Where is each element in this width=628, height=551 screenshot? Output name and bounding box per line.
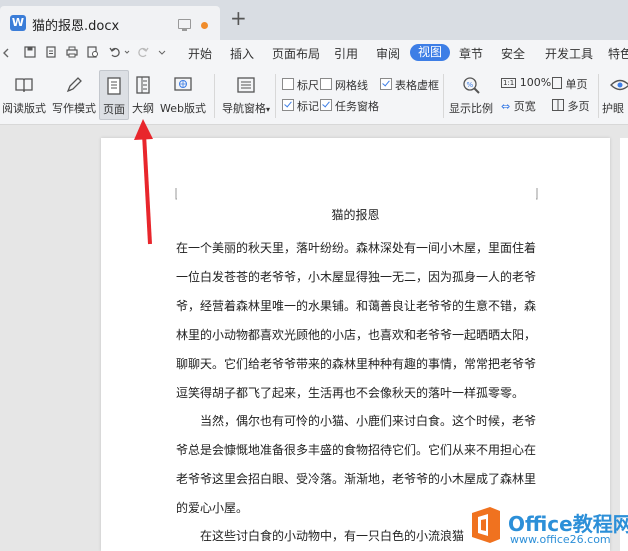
table-gridlines-checkbox-box[interactable] [380, 78, 392, 90]
eye-protect-button[interactable]: 护眼 [602, 70, 628, 118]
menu-home[interactable]: 开始 [188, 45, 212, 62]
menu-developer[interactable]: 开发工具 [545, 45, 593, 62]
wps-writer-icon: W [10, 15, 26, 31]
crop-mark-top-left [175, 188, 177, 200]
write-mode-label: 写作模式 [52, 102, 96, 115]
page-width-button[interactable]: ⇔ 页宽 [501, 98, 536, 114]
watermark: Office教程网 www.office26.com [468, 505, 628, 551]
zoom-100-button[interactable]: 1:1 100% [501, 76, 551, 89]
ruler-label: 标尺 [297, 79, 319, 92]
ribbon-separator [275, 74, 276, 118]
menu-insert[interactable]: 插入 [230, 45, 254, 62]
task-pane-checkbox-box[interactable] [320, 99, 332, 111]
table-gridlines-label: 表格虚框 [395, 79, 439, 92]
page-width-label: 页宽 [513, 100, 536, 113]
web-view-label: Web版式 [160, 102, 206, 115]
outline-view-button[interactable]: 大纲 [130, 70, 156, 118]
outline-view-label: 大纲 [132, 102, 154, 115]
menu-bar: 开始 插入 页面布局 引用 审阅 视图 章节 安全 开发工具 特色 [0, 40, 628, 66]
zoom-ratio-button[interactable]: % 显示比例 [448, 70, 494, 118]
outline-icon [136, 76, 150, 94]
menu-page-layout[interactable]: 页面布局 [272, 45, 320, 62]
zoom-100-label: 100% [519, 76, 552, 89]
multi-page-label: 多页 [567, 100, 590, 113]
ruler-checkbox-box[interactable] [282, 78, 294, 90]
page-view-button[interactable]: 页面 [99, 70, 129, 120]
page-width-icon: ⇔ [501, 100, 511, 113]
new-tab-plus-icon[interactable]: + [230, 8, 247, 28]
ribbon-separator [443, 74, 444, 118]
table-gridlines-checkbox[interactable]: 表格虚框 [380, 77, 439, 93]
read-mode-label: 阅读版式 [2, 102, 46, 115]
navigation-pane-icon [237, 77, 255, 93]
print-preview-icon[interactable] [87, 46, 99, 58]
menu-references[interactable]: 引用 [334, 45, 358, 62]
markers-checkbox[interactable]: 标记 [282, 98, 319, 114]
crop-mark-top-right [536, 188, 538, 200]
nav-pane-button[interactable]: 导航窗格▾ [220, 70, 272, 118]
read-mode-button[interactable]: 阅读版式 [2, 70, 46, 118]
print-icon[interactable] [66, 46, 78, 58]
ribbon-separator [598, 74, 599, 118]
single-page-icon [552, 77, 562, 89]
one-to-one-icon: 1:1 [501, 78, 517, 88]
gridlines-label: 网格线 [335, 79, 368, 92]
markers-checkbox-box[interactable] [282, 99, 294, 111]
web-view-button[interactable]: Web版式 [160, 70, 206, 118]
book-icon [15, 78, 33, 93]
page-icon [107, 77, 121, 95]
paragraph-1[interactable]: 在一个美丽的秋天里，落叶纷纷。森林深处有一间小木屋，里面住着一位白发苍苍的老爷爷… [176, 234, 536, 408]
document-title[interactable]: 猫的报恩 [101, 206, 610, 223]
menu-view[interactable]: 视图 [410, 44, 451, 61]
chevron-left-icon[interactable] [2, 48, 10, 58]
document-page[interactable]: 猫的报恩 在一个美丽的秋天里，落叶纷纷。森林深处有一间小木屋，里面住着一位白发苍… [101, 138, 610, 551]
multi-page-button[interactable]: 多页 [552, 98, 590, 114]
document-tab[interactable]: W 猫的报恩.docx [0, 6, 220, 40]
watermark-url: www.office26.com [510, 533, 611, 546]
task-pane-checkbox[interactable]: 任务窗格 [320, 98, 379, 114]
undo-icon[interactable] [109, 46, 121, 58]
export-pdf-icon[interactable] [45, 46, 57, 58]
single-page-button[interactable]: 单页 [552, 76, 588, 92]
menu-chapter[interactable]: 章节 [459, 45, 483, 62]
svg-text:%: % [467, 81, 474, 89]
more-quick-access-icon[interactable] [158, 46, 166, 58]
monitor-icon[interactable] [178, 19, 191, 31]
zoom-percent-icon: % [463, 77, 480, 94]
multi-page-icon [552, 99, 564, 111]
ruler-checkbox[interactable]: 标尺 [282, 77, 319, 93]
single-page-label: 单页 [565, 78, 588, 91]
write-mode-button[interactable]: 写作模式 [50, 70, 98, 118]
unsaved-dot-icon [201, 22, 208, 29]
ribbon-separator [214, 74, 215, 118]
gridlines-checkbox[interactable]: 网格线 [320, 77, 368, 93]
markers-label: 标记 [297, 100, 319, 113]
nav-pane-label: 导航窗格 [221, 102, 266, 115]
eye-protect-label: 护眼 [602, 102, 624, 115]
page-view-label: 页面 [103, 103, 125, 116]
save-icon[interactable] [24, 46, 36, 58]
pen-icon [66, 77, 82, 93]
next-page-edge [620, 138, 628, 551]
menu-security[interactable]: 安全 [501, 45, 525, 62]
office-logo-icon [472, 507, 500, 543]
eye-icon [610, 79, 628, 91]
title-bar: W 猫的报恩.docx + [0, 0, 628, 40]
document-tab-title: 猫的报恩.docx [32, 19, 120, 34]
gridlines-checkbox-box[interactable] [320, 78, 332, 90]
task-pane-label: 任务窗格 [335, 100, 379, 113]
web-icon [174, 77, 192, 91]
nav-pane-dropdown-icon[interactable]: ▾ [266, 105, 270, 114]
zoom-ratio-label: 显示比例 [449, 102, 493, 115]
view-ribbon: 阅读版式 写作模式 页面 大纲 Web版式 导航窗格▾ 标尺 网格线 表格虚框 … [0, 66, 628, 125]
menu-review[interactable]: 审阅 [376, 45, 400, 62]
menu-features[interactable]: 特色 [608, 45, 628, 62]
redo-icon[interactable] [137, 46, 149, 58]
undo-dropdown-icon[interactable] [124, 46, 130, 58]
